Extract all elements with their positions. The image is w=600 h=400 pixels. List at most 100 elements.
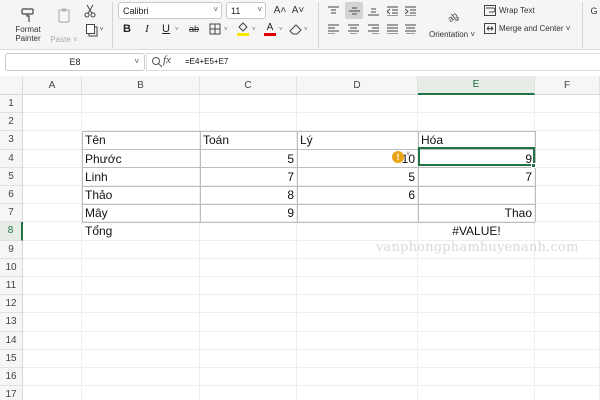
borders-icon <box>209 23 221 35</box>
bold-button[interactable]: B <box>120 21 134 37</box>
align-left-button[interactable] <box>325 21 341 36</box>
fill-color-button[interactable] <box>236 21 250 37</box>
row-header-8[interactable]: 8 <box>0 222 23 241</box>
fx-icon[interactable]: fx <box>163 54 171 66</box>
row-header-4[interactable]: 4 <box>0 149 23 168</box>
align-right-icon <box>367 24 379 34</box>
column-header-a[interactable]: A <box>23 76 82 95</box>
cell-b8[interactable]: Tổng <box>82 222 200 240</box>
wrap-text-label: Wrap Text <box>499 6 535 15</box>
chevron-down-icon: ˅ <box>224 27 228 33</box>
cell-c6[interactable]: 8 <box>200 186 297 204</box>
chevron-down-icon: ˅ <box>257 5 262 14</box>
strikethrough-button[interactable]: ab <box>187 21 201 37</box>
copy-button[interactable]: ˅ <box>82 22 106 38</box>
paste-button[interactable]: Paste ˅ <box>50 2 78 48</box>
select-all-button[interactable] <box>0 76 23 95</box>
gridline-row <box>23 367 600 368</box>
fill-bucket-icon <box>237 22 249 33</box>
cell-c5[interactable]: 7 <box>200 168 297 186</box>
align-bottom-button[interactable] <box>365 3 381 18</box>
font-color-button[interactable]: A <box>263 21 277 37</box>
decrease-font-button[interactable]: A˅ <box>290 3 306 18</box>
row-header-2[interactable]: 2 <box>0 113 23 132</box>
row-header-3[interactable]: 3 <box>0 131 23 150</box>
chevron-down-icon: ˅ <box>279 27 283 33</box>
cell-d6[interactable]: 6 <box>297 186 418 204</box>
cell-c3[interactable]: Toán <box>200 131 297 149</box>
align-right-button[interactable] <box>365 21 381 36</box>
cell-b7[interactable]: Mây <box>82 204 200 222</box>
column-header-c[interactable]: C <box>200 76 297 95</box>
decrease-font-icon: A˅ <box>291 5 305 16</box>
cell-c7[interactable]: 9 <box>200 204 297 222</box>
align-middle-icon <box>348 6 360 16</box>
cell-e7[interactable]: Thao <box>418 204 535 222</box>
align-middle-button[interactable] <box>345 2 363 19</box>
underline-button[interactable]: U <box>159 21 173 37</box>
align-top-icon <box>327 6 339 16</box>
decrease-indent-button[interactable] <box>384 3 400 18</box>
cell-d5[interactable]: 5 <box>297 168 418 186</box>
cell-b4[interactable]: Phước <box>82 150 200 168</box>
chevron-down-icon[interactable]: ˅ <box>406 151 410 158</box>
format-painter-label-1: Format <box>15 25 41 34</box>
orientation-icon: ab <box>444 7 460 23</box>
cell-e5[interactable]: 7 <box>418 168 535 186</box>
orientation-label: Orientation ˅ <box>428 30 476 39</box>
row-header-17[interactable]: 17 <box>0 386 23 400</box>
chevron-down-icon: ˅ <box>213 5 218 14</box>
cell-b5[interactable]: Linh <box>82 168 200 186</box>
row-header-1[interactable]: 1 <box>0 95 23 114</box>
format-painter-button[interactable]: Format Painter <box>4 2 52 48</box>
row-header-7[interactable]: 7 <box>0 204 23 223</box>
cell-c4[interactable]: 5 <box>200 150 297 168</box>
align-top-button[interactable] <box>325 3 341 18</box>
cell-b3[interactable]: Tên <box>82 131 200 149</box>
row-header-6[interactable]: 6 <box>0 186 23 205</box>
merge-center-button[interactable]: Merge and Center ˅ <box>484 21 578 36</box>
row-header-13[interactable]: 13 <box>0 313 23 332</box>
clear-format-button[interactable] <box>288 21 302 37</box>
selected-cell-e8[interactable] <box>418 147 535 166</box>
formula-bar: E8 ˅ fx <box>0 50 600 74</box>
column-header-f[interactable]: F <box>535 76 600 95</box>
column-header-b[interactable]: B <box>82 76 200 95</box>
column-header-d[interactable]: D <box>297 76 418 95</box>
distributed-icon <box>404 24 416 34</box>
column-header-e[interactable]: E <box>418 76 535 95</box>
name-box[interactable]: E8 ˅ <box>5 53 145 71</box>
row-header-11[interactable]: 11 <box>0 277 23 296</box>
gridline-row <box>23 312 600 314</box>
distributed-button[interactable] <box>402 21 418 36</box>
gridline-row <box>23 330 600 332</box>
row-header-5[interactable]: 5 <box>0 167 23 186</box>
font-size-select[interactable]: 11 ˅ <box>226 2 266 19</box>
fill-handle[interactable] <box>531 163 536 168</box>
align-center-button[interactable] <box>345 21 361 36</box>
row-header-12[interactable]: 12 <box>0 295 23 314</box>
gridline-row <box>23 294 600 296</box>
row-header-16[interactable]: 16 <box>0 368 23 387</box>
italic-button[interactable]: I <box>140 21 154 37</box>
cell-d3[interactable]: Lý <box>297 131 418 149</box>
row-header-9[interactable]: 9 <box>0 240 23 259</box>
increase-font-button[interactable]: A˄ <box>272 3 288 18</box>
formula-text: =E4+E5+E7 <box>185 57 229 66</box>
cell-b6[interactable]: Thảo <box>82 186 200 204</box>
increase-indent-button[interactable] <box>402 3 418 18</box>
next-group-button[interactable]: G <box>588 3 600 18</box>
zoom-function-icon[interactable] <box>151 55 163 73</box>
row-header-15[interactable]: 15 <box>0 349 23 368</box>
row-header-14[interactable]: 14 <box>0 331 23 350</box>
fill-color-swatch <box>237 33 249 36</box>
cut-button[interactable] <box>82 3 98 19</box>
orientation-button[interactable]: ab Orientation ˅ <box>424 3 480 43</box>
wrap-text-button[interactable]: Wrap Text <box>484 3 544 18</box>
font-name-select[interactable]: Calibri ˅ <box>118 2 222 19</box>
justify-button[interactable] <box>384 21 400 36</box>
borders-button[interactable] <box>208 21 222 37</box>
cell-e8[interactable]: #VALUE! <box>418 222 535 240</box>
error-warning-icon[interactable]: ! <box>392 151 404 163</box>
row-header-10[interactable]: 10 <box>0 258 23 277</box>
